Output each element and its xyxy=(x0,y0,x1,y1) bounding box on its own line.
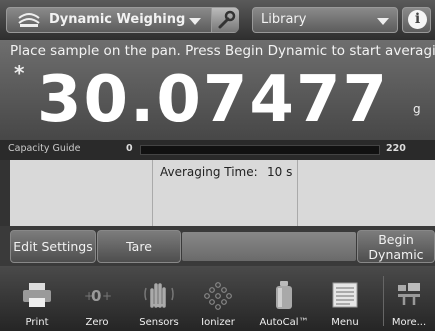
sensors-hand-icon xyxy=(144,283,174,308)
dynamic-weighing-icon xyxy=(18,13,40,27)
nav-label-menu: Menu xyxy=(331,317,359,328)
instruction-message: Place sample on the pan. Press Begin Dyn… xyxy=(10,43,435,59)
zero-icon: + 0 + xyxy=(84,287,112,305)
nav-label-zero: Zero xyxy=(85,317,109,328)
top-bar: Dynamic Weighing Library i xyxy=(0,0,435,40)
nav-label-print: Print xyxy=(25,317,49,328)
nav-label-more: More... xyxy=(391,317,427,328)
menu-list-icon xyxy=(332,282,358,308)
application-settings-button[interactable] xyxy=(211,8,239,32)
balance-screen: Dynamic Weighing Library i Place sample … xyxy=(0,0,435,331)
begin-dynamic-label-line2: Dynamic xyxy=(368,247,424,262)
nav-item-sensors[interactable]: Sensors xyxy=(130,266,188,331)
nav-label-autocal: AutoCal™ xyxy=(259,317,309,328)
nav-item-autocal[interactable]: AutoCal™ xyxy=(255,266,313,331)
nav-item-ionizer[interactable]: Ionizer xyxy=(189,266,247,331)
ionizer-icon xyxy=(204,282,232,310)
svg-text:+: + xyxy=(102,289,112,303)
info-cell-1 xyxy=(10,160,153,226)
info-icon: i xyxy=(408,10,427,29)
more-icon xyxy=(398,283,420,305)
nav-item-zero[interactable]: + 0 + Zero xyxy=(68,266,126,331)
info-button[interactable]: i xyxy=(402,7,431,33)
capacity-guide: Capacity Guide 0 220 xyxy=(0,140,435,160)
application-name: Dynamic Weighing xyxy=(49,12,186,27)
bottom-nav: Print + 0 + Zero Sensors Ionizer AutoCal… xyxy=(0,266,435,331)
chevron-down-icon xyxy=(189,18,201,25)
begin-dynamic-button[interactable]: Begin Dynamic xyxy=(357,230,435,263)
capacity-max: 220 xyxy=(386,143,406,154)
library-label: Library xyxy=(261,12,307,27)
nav-item-print[interactable]: Print xyxy=(8,266,66,331)
wrench-icon xyxy=(218,10,236,29)
weight-icon xyxy=(276,281,292,309)
averaging-time-label: Averaging Time: xyxy=(160,165,258,179)
printer-icon xyxy=(23,283,51,307)
begin-dynamic-label-line1: Begin xyxy=(378,232,414,247)
nav-label-ionizer: Ionizer xyxy=(201,317,235,328)
capacity-min: 0 xyxy=(126,143,133,154)
capacity-guide-label: Capacity Guide xyxy=(8,143,81,154)
application-dropdown[interactable]: Dynamic Weighing xyxy=(6,7,239,33)
stability-indicator: * xyxy=(14,61,25,85)
nav-label-sensors: Sensors xyxy=(139,317,179,328)
capacity-bar xyxy=(140,145,380,155)
weight-display: Place sample on the pan. Press Begin Dyn… xyxy=(0,40,435,140)
nav-item-more[interactable]: More... xyxy=(380,266,435,331)
empty-button-slot xyxy=(182,232,356,261)
library-dropdown[interactable]: Library xyxy=(252,7,398,33)
weight-reading: 30.07477 xyxy=(36,63,389,137)
info-cell-3 xyxy=(298,160,435,226)
info-cell-2: Averaging Time: 10 s xyxy=(153,160,298,226)
chevron-down-icon xyxy=(377,18,389,25)
edit-settings-button[interactable]: Edit Settings xyxy=(10,230,96,263)
averaging-time-value: 10 s xyxy=(267,165,293,179)
nav-item-menu[interactable]: Menu xyxy=(316,266,374,331)
info-grid: Averaging Time: 10 s xyxy=(10,160,435,226)
weight-unit: g xyxy=(413,102,421,116)
svg-text:0: 0 xyxy=(91,287,101,305)
tare-button[interactable]: Tare xyxy=(97,230,181,263)
action-bar: Edit Settings Tare Begin Dynamic xyxy=(0,226,435,266)
